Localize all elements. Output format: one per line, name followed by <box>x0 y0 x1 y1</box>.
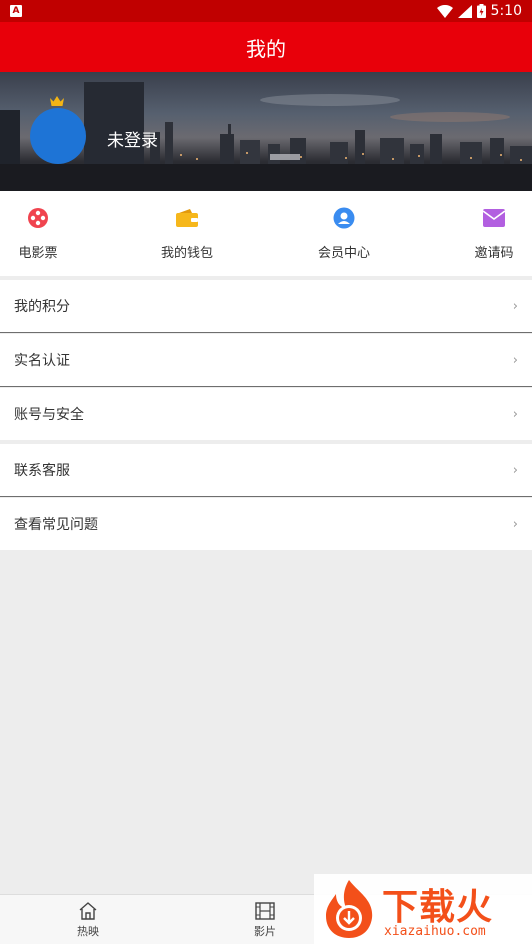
tab-now-showing[interactable]: 热映 <box>48 895 128 944</box>
quick-action-invite-code[interactable]: 邀请码 <box>467 191 521 276</box>
clock: 5:10 <box>490 3 522 19</box>
film-reel-icon <box>26 206 50 230</box>
watermark: 下载火 xiazaihuo.com <box>314 874 532 944</box>
quick-action-label: 我的钱包 <box>160 246 213 261</box>
profile-banner: 未登录 <box>0 72 532 191</box>
chevron-right-icon: › <box>512 352 518 368</box>
quick-action-label: 电影票 <box>18 246 58 261</box>
divider <box>0 496 532 497</box>
cell-signal-icon <box>457 4 472 18</box>
menu-item-account-security[interactable]: 账号与安全 › <box>0 388 532 440</box>
menu-item-label: 实名认证 <box>14 353 70 369</box>
quick-action-movie-ticket[interactable]: 电影票 <box>8 191 68 276</box>
menu-item-faq[interactable]: 查看常见问题 › <box>0 498 532 550</box>
tab-label: 热映 <box>77 925 99 938</box>
crown-icon <box>50 96 64 106</box>
divider <box>0 386 532 387</box>
quick-action-wallet[interactable]: 我的钱包 <box>153 191 221 276</box>
watermark-text: 下载火 <box>382 887 494 928</box>
menu-item-label: 联系客服 <box>14 463 70 479</box>
watermark-domain: xiazaihuo.com <box>384 924 486 939</box>
quick-action-member-center[interactable]: 会员中心 <box>310 191 378 276</box>
divider <box>0 332 532 333</box>
app-header: 我的 <box>0 22 532 72</box>
avatar[interactable] <box>30 108 86 164</box>
menu-item-label: 账号与安全 <box>14 407 84 423</box>
notification-app-icon: A <box>10 5 22 17</box>
page-title: 我的 <box>246 36 286 61</box>
menu-item-real-name-verification[interactable]: 实名认证 › <box>0 334 532 386</box>
menu-item-label: 我的积分 <box>14 299 70 315</box>
film-strip-icon <box>255 902 275 920</box>
login-status[interactable]: 未登录 <box>107 126 158 151</box>
chevron-right-icon: › <box>512 462 518 478</box>
flame-logo-icon <box>326 880 373 938</box>
home-icon <box>79 902 97 920</box>
menu-item-label: 查看常见问题 <box>14 517 98 533</box>
quick-action-label: 会员中心 <box>317 246 370 261</box>
chevron-right-icon: › <box>512 298 518 314</box>
wallet-icon <box>175 206 199 230</box>
member-icon <box>332 206 356 230</box>
battery-icon <box>476 4 486 18</box>
menu-item-points[interactable]: 我的积分 › <box>0 280 532 332</box>
status-indicators: 5:10 <box>436 3 522 19</box>
quick-action-label: 邀请码 <box>474 246 514 261</box>
chevron-right-icon: › <box>512 516 518 532</box>
invite-mail-icon <box>482 206 506 230</box>
status-bar: A 5:10 <box>0 0 532 22</box>
tab-label: 影片 <box>254 925 276 938</box>
chevron-right-icon: › <box>512 406 518 422</box>
quick-actions: 电影票 我的钱包 会员中心 邀请码 <box>0 191 532 276</box>
wifi-icon <box>436 4 453 18</box>
tab-movies[interactable]: 影片 <box>225 895 305 944</box>
menu-item-customer-service[interactable]: 联系客服 › <box>0 444 532 496</box>
